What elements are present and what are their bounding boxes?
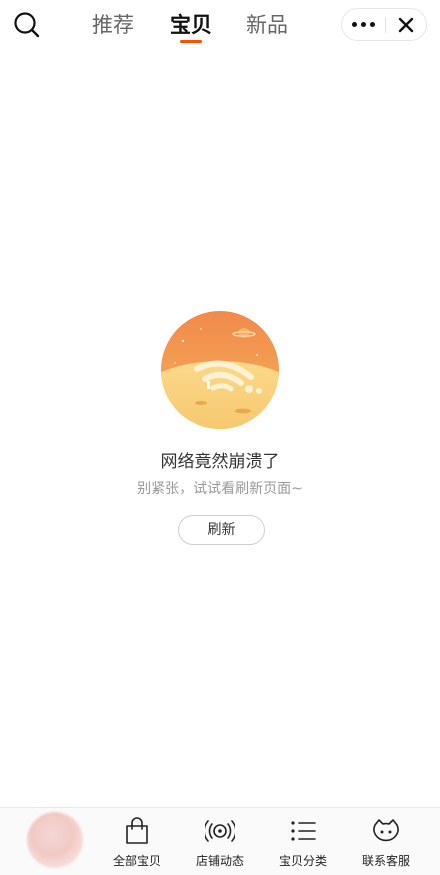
nav-contact-service[interactable]: 联系客服 xyxy=(351,814,421,870)
no-network-illustration xyxy=(161,311,279,429)
shopping-bag-icon xyxy=(126,817,148,844)
broadcast-icon xyxy=(205,820,235,842)
nav-all-items[interactable]: 全部宝贝 xyxy=(102,814,172,870)
bottom-nav-bar: 全部宝贝 店铺动态 宝贝分类 联系客服 xyxy=(0,807,440,875)
shop-avatar[interactable] xyxy=(27,812,83,868)
customer-service-icon xyxy=(373,819,399,842)
search-icon[interactable] xyxy=(12,10,42,40)
nav-item-categories[interactable]: 宝贝分类 xyxy=(268,814,338,870)
tab-recommend[interactable]: 推荐 xyxy=(92,10,134,46)
more-dots-icon[interactable] xyxy=(342,9,384,40)
mini-program-capsule xyxy=(341,8,427,41)
nav-label: 店铺动态 xyxy=(195,854,244,868)
nav-shop-updates[interactable]: 店铺动态 xyxy=(185,814,255,870)
capsule-divider xyxy=(385,17,386,33)
error-subtitle: 别紧张，试试看刷新页面~ xyxy=(137,481,303,497)
active-tab-indicator xyxy=(180,40,202,43)
tab-new-arrivals[interactable]: 新品 xyxy=(246,10,288,46)
error-title: 网络竟然崩溃了 xyxy=(160,452,280,472)
close-icon[interactable] xyxy=(392,13,420,37)
nav-label: 联系客服 xyxy=(361,854,410,868)
category-list-icon xyxy=(291,821,316,841)
top-bar: 推荐 宝贝 新品 xyxy=(0,0,440,52)
refresh-button[interactable]: 刷新 xyxy=(178,515,265,545)
nav-label: 全部宝贝 xyxy=(112,854,161,868)
nav-label: 宝贝分类 xyxy=(278,854,327,868)
